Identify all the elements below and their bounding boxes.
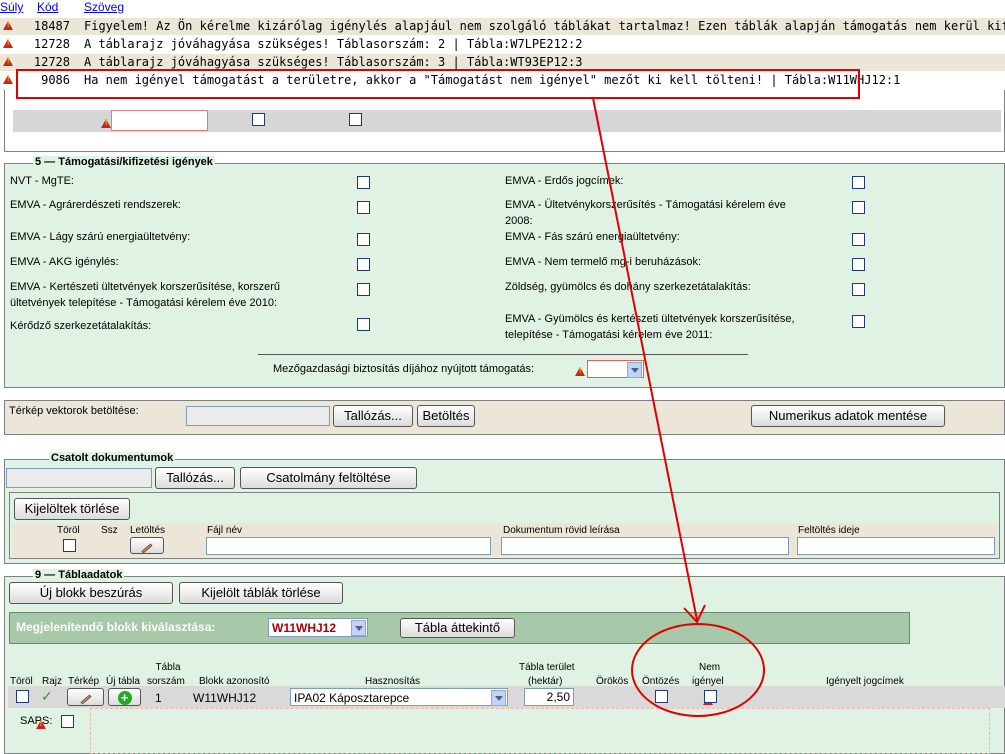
highlight-rectangle bbox=[16, 69, 860, 99]
highlight-ellipse bbox=[631, 623, 765, 717]
annotation-arrow bbox=[592, 97, 698, 621]
annotation-overlay bbox=[16, 69, 860, 717]
